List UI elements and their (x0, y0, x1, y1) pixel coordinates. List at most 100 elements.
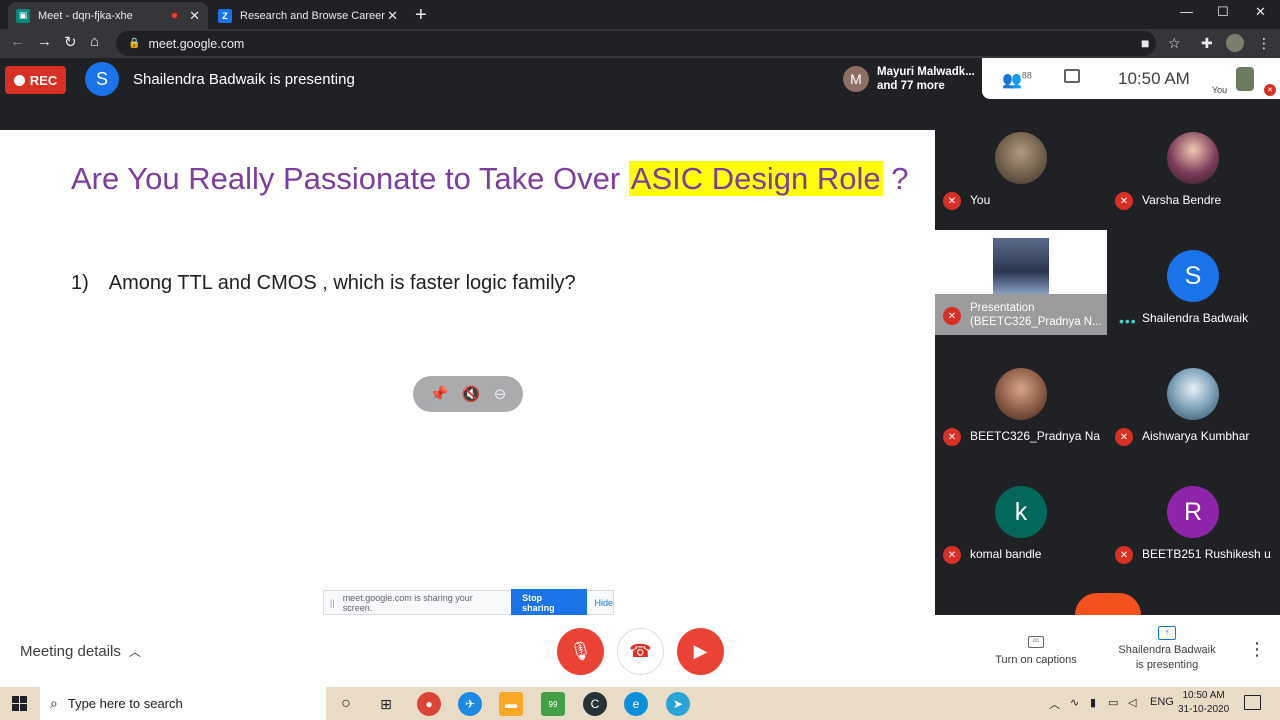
avatar: M (843, 65, 869, 92)
task-view-icon[interactable]: ⊞ (374, 692, 398, 716)
participant-name: komal bandle (970, 547, 1042, 561)
minimize-icon[interactable]: — (1180, 4, 1193, 19)
reload-icon[interactable]: ↻ (64, 33, 77, 51)
camera-toggle-button[interactable]: ▶ (677, 628, 724, 675)
stop-sharing-button[interactable]: Stop sharing (511, 588, 588, 617)
telegram-icon[interactable]: ➤ (666, 692, 690, 716)
tray-chevron-icon[interactable]: ︿ (1049, 696, 1060, 712)
self-view-thumbnail[interactable] (1236, 67, 1254, 91)
volume-icon[interactable]: ◁ (1128, 696, 1136, 709)
browser-tab-strip: ▣ Meet - dqn-fjka-xhe ✕ Z Research and B… (0, 0, 1280, 29)
camera-icon[interactable]: ■ (1141, 35, 1149, 51)
app-icon[interactable]: ✈ (458, 692, 482, 716)
record-dot-icon (13, 74, 25, 86)
recording-badge[interactable]: REC (5, 66, 66, 94)
participant-join-notification[interactable]: M Mayuri Malwadk... and 77 more (836, 58, 982, 99)
mic-off-icon: ✕ (943, 428, 961, 446)
presenter-status: Shailendra Badwaik is presenting (133, 71, 355, 88)
chat-icon[interactable] (1064, 69, 1080, 83)
avatar: k (995, 486, 1047, 538)
mute-icon[interactable]: 🔇 (462, 385, 481, 403)
present-now-button[interactable]: ↑ Shailendra Badwaik is presenting (1112, 625, 1222, 673)
mic-off-icon: ✕ (943, 192, 961, 210)
tab-title: Research and Browse Career Opt (240, 9, 387, 22)
tab-meet[interactable]: ▣ Meet - dqn-fjka-xhe ✕ (8, 2, 208, 29)
presentation-thumbnail (993, 238, 1049, 294)
clock-time: 10:50 AM (1182, 690, 1225, 701)
people-button[interactable]: 👥88 (1002, 70, 1032, 90)
remove-icon[interactable]: ⊖ (494, 385, 507, 403)
participant-name: Varsha Bendre (1142, 193, 1222, 207)
share-banner-text: meet.google.com is sharing your screen. (342, 592, 473, 613)
slide-title: Are You Really Passionate to Take Over A… (71, 161, 908, 197)
participant-tile[interactable]: ✕ Aishwarya Kumbhar (1107, 335, 1279, 453)
close-window-icon[interactable]: ✕ (1255, 4, 1266, 20)
notification-center-icon[interactable] (1244, 695, 1261, 710)
app-icon[interactable]: C (583, 692, 607, 716)
captions-button[interactable]: cc Turn on captions (990, 633, 1082, 666)
tab-research[interactable]: Z Research and Browse Career Opt ✕ (210, 2, 406, 29)
forward-icon[interactable]: → (37, 33, 52, 50)
participant-tile[interactable]: S ••• Shailendra Badwaik (1107, 217, 1279, 335)
meeting-details-label: Meeting details (20, 643, 121, 660)
bookmark-star-icon[interactable]: ☆ (1168, 35, 1181, 52)
mic-toggle-button[interactable]: 🎙 (557, 628, 604, 675)
edge-icon[interactable]: e (624, 692, 648, 716)
notification-app-icon[interactable]: 99 (541, 692, 565, 716)
participant-avatar-partial (1075, 593, 1141, 615)
self-view-label: You (1212, 85, 1228, 95)
file-explorer-icon[interactable]: ▬ (499, 692, 523, 716)
network-icon[interactable]: ∿ (1070, 696, 1079, 709)
meeting-controls-bar: Meeting details ︿ 🎙 ☎ ▶ cc Turn on captio… (0, 615, 1280, 687)
back-icon[interactable]: ← (10, 33, 25, 50)
new-tab-icon[interactable]: + (415, 4, 427, 27)
close-tab-icon[interactable]: ✕ (189, 8, 200, 24)
extensions-icon[interactable]: ✚ (1201, 35, 1213, 52)
participant-tile[interactable]: k ✕ komal bandle (935, 453, 1107, 571)
meeting-details-button[interactable]: Meeting details ︿ (20, 643, 141, 660)
address-bar[interactable]: 🔒 meet.google.com (116, 31, 1156, 56)
taskbar-search[interactable]: ⌕ Type here to search (40, 687, 326, 720)
more-options-icon[interactable]: ⋮ (1248, 639, 1266, 660)
present-screen-icon: ↑ (1158, 626, 1176, 640)
participant-tile[interactable]: ✕ BEETC326_Pradnya Nair (935, 335, 1107, 453)
pin-icon[interactable]: 📌 (430, 385, 449, 403)
windows-taskbar: ⌕ Type here to search ○ ⊞ ● ✈ ▬ 99 C e ➤… (0, 687, 1280, 720)
recording-indicator-icon (170, 11, 180, 20)
drag-handle-icon[interactable]: || (330, 598, 335, 608)
hide-banner-button[interactable]: Hide (594, 598, 613, 608)
slide-title-text: Are You Really Passionate to Take Over (71, 161, 629, 196)
close-tab-icon[interactable]: ✕ (387, 8, 398, 24)
chrome-icon[interactable]: ● (417, 692, 441, 716)
mic-tray-icon[interactable]: ▮ (1090, 696, 1096, 709)
taskbar-clock[interactable]: 10:50 AM 31-10-2020 (1178, 689, 1229, 717)
meet-top-bar: REC S Shailendra Badwaik is presenting (0, 58, 935, 130)
participant-tile[interactable]: R ✕ BEETB251 Rushikesh u... (1107, 453, 1279, 571)
maximize-icon[interactable]: ☐ (1217, 4, 1229, 20)
profile-avatar[interactable] (1226, 34, 1244, 52)
meeting-clock: 10:50 AM (1118, 69, 1190, 88)
mic-off-icon: ✕ (1115, 546, 1133, 564)
participant-name: Shailendra Badwaik (1142, 311, 1249, 325)
menu-kebab-icon[interactable]: ⋮ (1257, 35, 1271, 52)
panel-spacer (935, 570, 992, 615)
home-icon[interactable]: ⌂ (90, 33, 99, 50)
leave-call-button[interactable]: ☎ (617, 628, 664, 675)
slide-question: 1) Among TTL and CMOS , which is faster l… (71, 272, 576, 295)
url-text: meet.google.com (148, 36, 245, 51)
participant-name: BEETB251 Rushikesh u... (1142, 547, 1272, 561)
language-indicator[interactable]: ENG (1150, 696, 1174, 708)
speaking-indicator-icon: ••• (1119, 313, 1137, 329)
windows-start-icon[interactable] (12, 696, 27, 711)
slide-title-suffix: ? (882, 161, 909, 196)
participant-tile[interactable]: ✕ You (935, 99, 1107, 217)
browser-toolbar: ← → ↻ ⌂ 🔒 meet.google.com ■ ☆ ✚ ⋮ (0, 29, 1280, 58)
cortana-icon[interactable]: ○ (334, 692, 358, 716)
join-more: and 77 more (877, 79, 945, 92)
people-count: 88 (1021, 70, 1032, 81)
participant-tile[interactable]: ✕ Varsha Bendre (1107, 99, 1279, 217)
presentation-tile[interactable]: ✕ Presentation (BEETC326_Pradnya N... (935, 230, 1107, 335)
hang-up-icon: ☎ (629, 641, 652, 661)
battery-icon[interactable]: ▭ (1108, 696, 1118, 709)
mic-off-icon: ✕ (943, 546, 961, 564)
